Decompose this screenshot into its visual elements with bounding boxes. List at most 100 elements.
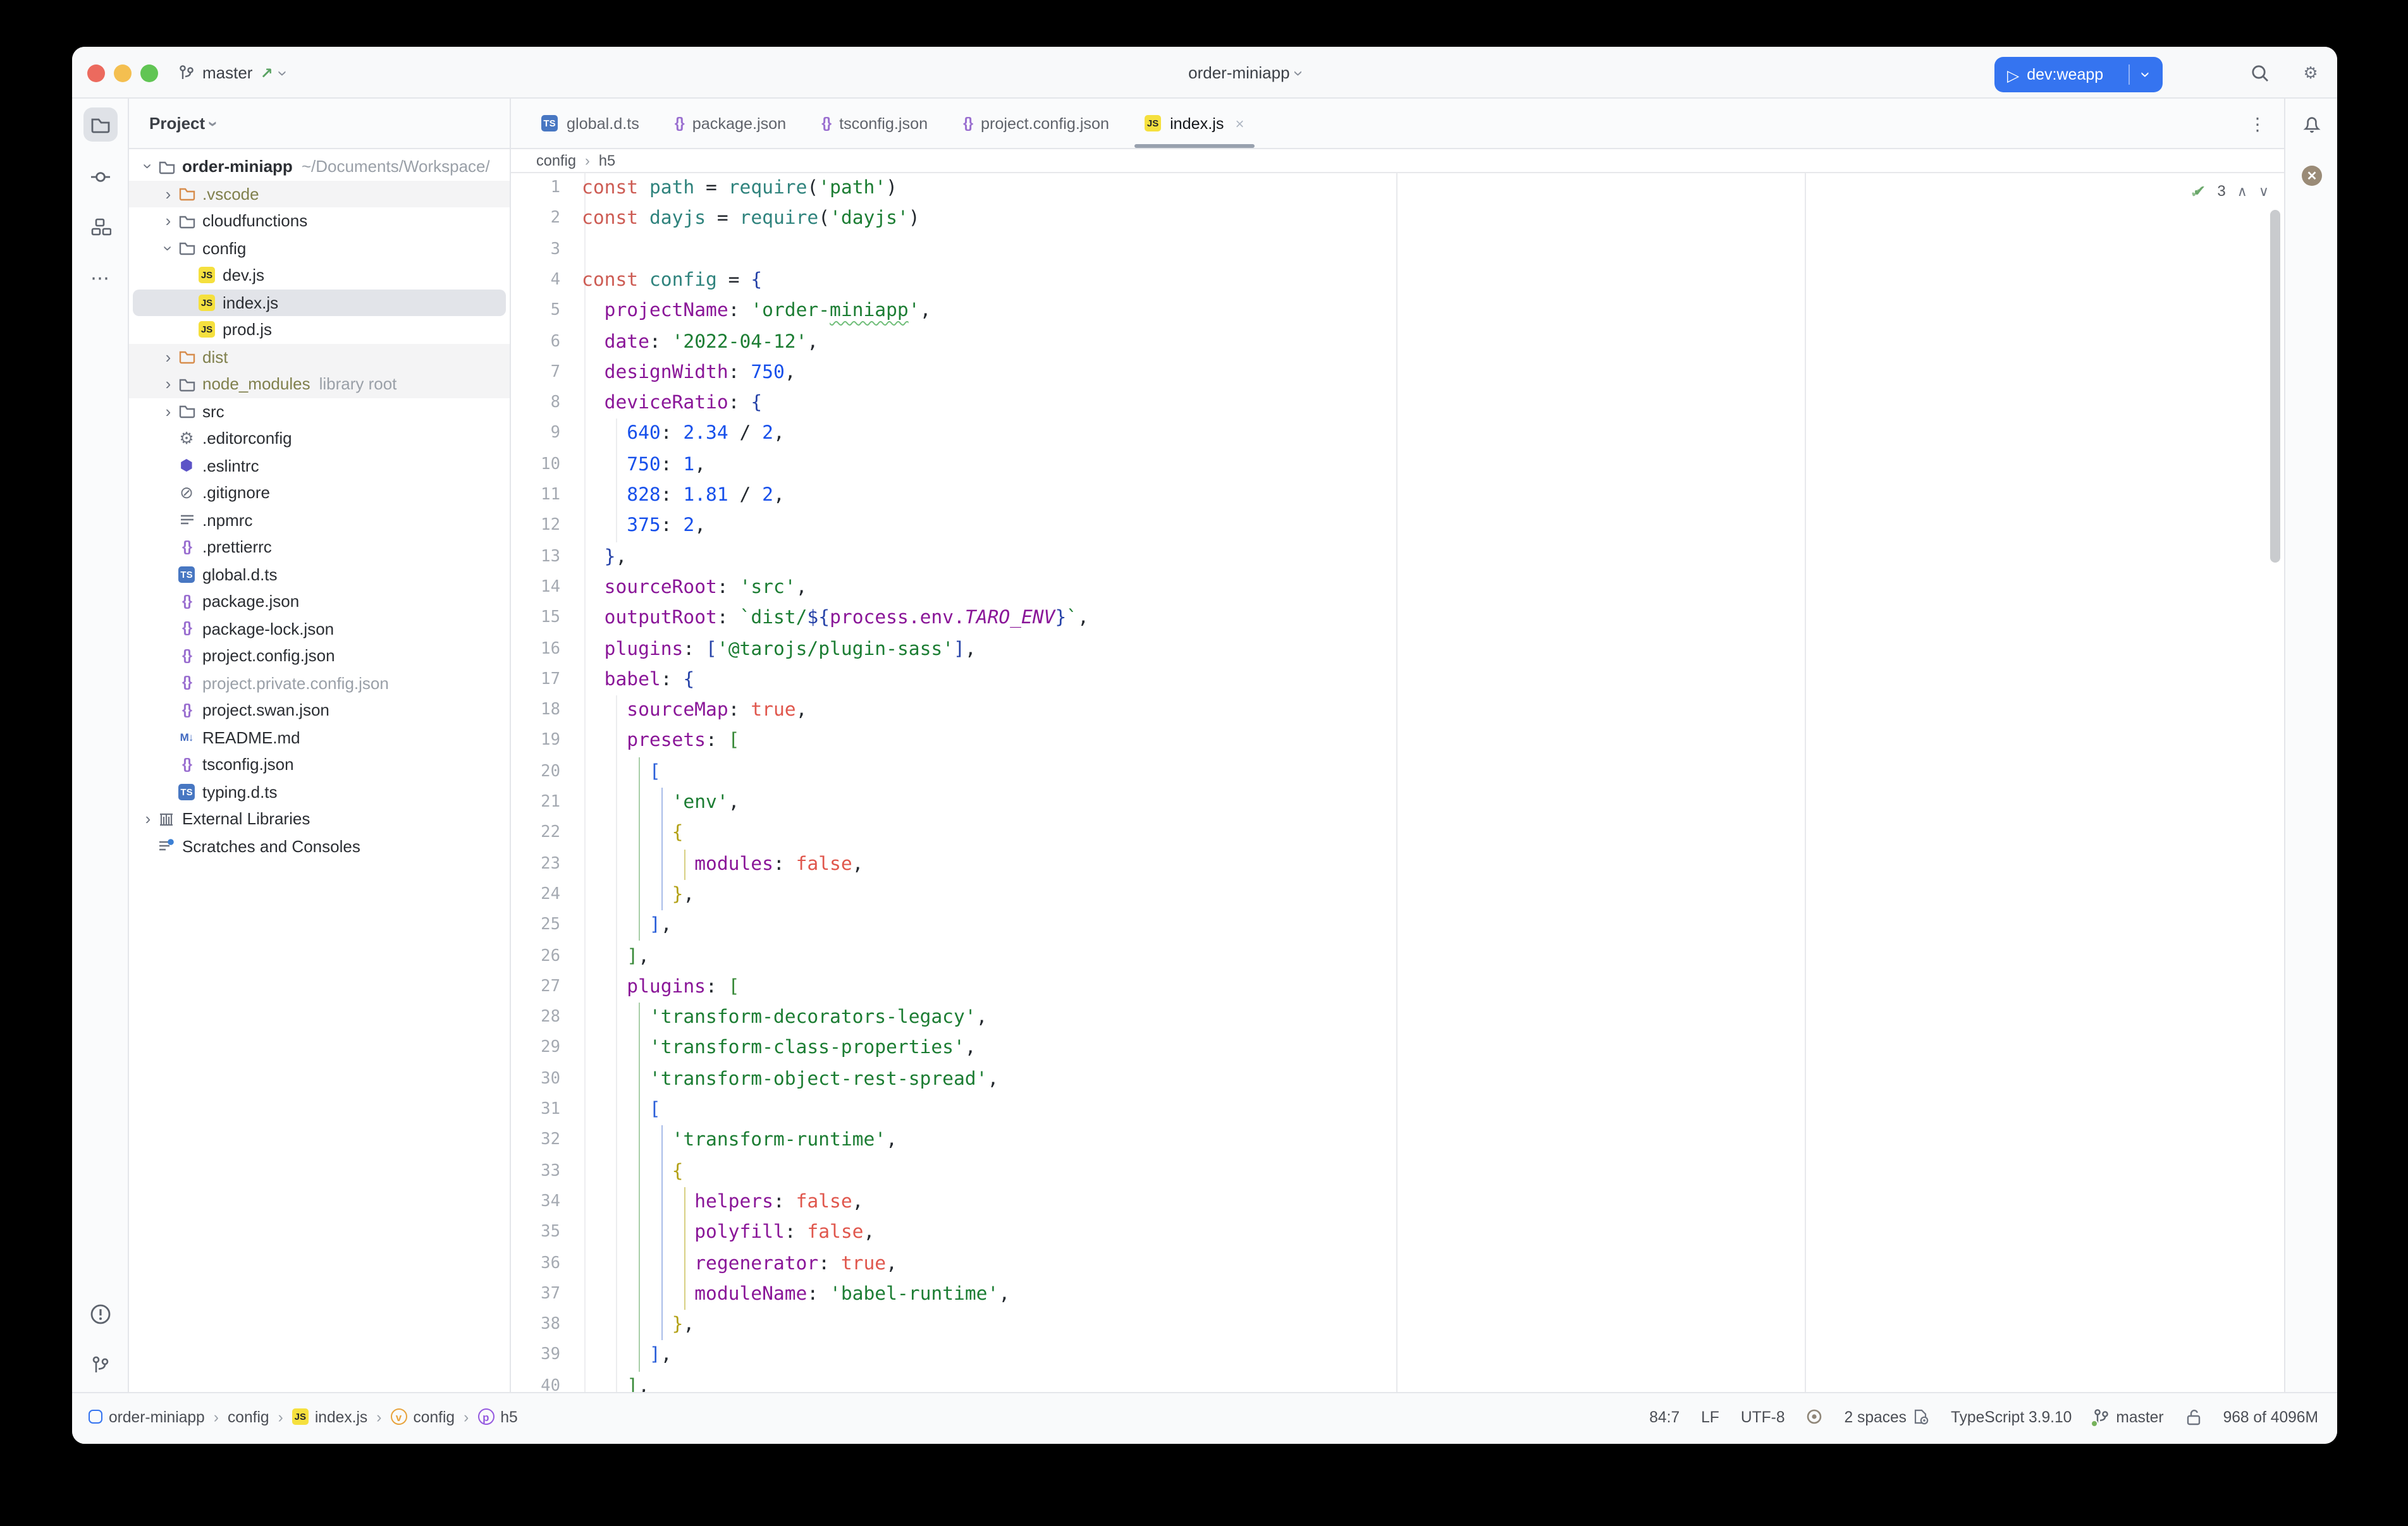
code-line-34[interactable]: 34 helpers: false,	[511, 1187, 2284, 1218]
close-tab-icon[interactable]: ×	[1235, 114, 1244, 132]
code-line-40[interactable]: 40 ],	[511, 1371, 2284, 1392]
code-line-19[interactable]: 19 presets: [	[511, 726, 2284, 757]
chevron-collapsed-icon[interactable]: ›	[166, 349, 171, 365]
chevron-collapsed-icon[interactable]: ›	[166, 403, 171, 420]
chevron-collapsed-icon[interactable]: ›	[166, 213, 171, 229]
chevron-expanded-icon[interactable]: ›	[160, 245, 176, 251]
code-line-28[interactable]: 28 'transform-decorators-legacy',	[511, 1003, 2284, 1034]
code-line-17[interactable]: 17 babel: {	[511, 665, 2284, 696]
status-typescript-version[interactable]: TypeScript 3.9.10	[1951, 1408, 2072, 1425]
tree-item-dev.js[interactable]: JSdev.js	[129, 262, 510, 289]
tab-project.config.json[interactable]: {}project.config.json	[945, 99, 1127, 148]
close-window-button[interactable]	[87, 64, 105, 82]
tree-item-External Libraries[interactable]: ›External Libraries	[129, 805, 510, 833]
code-line-21[interactable]: 21 'env',	[511, 788, 2284, 819]
code-line-38[interactable]: 38 },	[511, 1310, 2284, 1341]
code-editor[interactable]: ✔✔ 3 ∧ ∨ 1const path = require('path')2c…	[511, 173, 2284, 1392]
tree-item-src[interactable]: ›src	[129, 398, 510, 425]
code-line-12[interactable]: 12 375: 2,	[511, 511, 2284, 542]
status-highlighting-level[interactable]	[1807, 1408, 1823, 1425]
tree-item-.vscode[interactable]: ›.vscode	[129, 180, 510, 207]
code-line-29[interactable]: 29 'transform-class-properties',	[511, 1034, 2284, 1065]
status-memory-indicator[interactable]: 968 of 4096M	[2223, 1408, 2318, 1425]
run-action[interactable]: ▷ dev:weapp	[1994, 57, 2128, 92]
status-caret-position[interactable]: 84:7	[1649, 1408, 1680, 1425]
code-line-4[interactable]: 4const config = {	[511, 266, 2284, 296]
tree-item-project.config.json[interactable]: {}project.config.json	[129, 642, 510, 669]
tool-commit-button[interactable]	[83, 159, 118, 193]
status-item[interactable]: vconfig	[390, 1408, 455, 1425]
tab-options-button[interactable]: ⋮	[2249, 99, 2266, 149]
settings-button[interactable]: ⚙	[2299, 62, 2322, 85]
tree-item-tsconfig.json[interactable]: {}tsconfig.json	[129, 751, 510, 778]
code-line-2[interactable]: 2const dayjs = require('dayjs')	[511, 204, 2284, 235]
breadcrumb-item-h5[interactable]: h5	[599, 152, 615, 170]
code-line-9[interactable]: 9 640: 2.34 / 2,	[511, 419, 2284, 450]
code-line-36[interactable]: 36 regenerator: true,	[511, 1248, 2284, 1279]
code-line-18[interactable]: 18 sourceMap: true,	[511, 695, 2284, 726]
status-item[interactable]: JSindex.js	[292, 1408, 367, 1425]
tree-item-.npmrc[interactable]: .npmrc	[129, 506, 510, 534]
code-line-16[interactable]: 16 plugins: ['@tarojs/plugin-sass'],	[511, 634, 2284, 665]
project-title-widget[interactable]: order-miniapp ›	[1188, 47, 1302, 99]
code-line-3[interactable]: 3	[511, 235, 2284, 266]
code-line-11[interactable]: 11 828: 1.81 / 2,	[511, 480, 2284, 511]
code-line-32[interactable]: 32 'transform-runtime',	[511, 1126, 2284, 1157]
chevron-collapsed-icon[interactable]: ›	[166, 186, 171, 202]
code-line-14[interactable]: 14 sourceRoot: 'src',	[511, 573, 2284, 604]
tree-item-.eslintrc[interactable]: ⬢.eslintrc	[129, 452, 510, 479]
tool-problems-button[interactable]	[83, 1297, 118, 1331]
tree-item-index.js[interactable]: JSindex.js	[129, 289, 510, 316]
minimize-window-button[interactable]	[114, 64, 132, 82]
code-line-30[interactable]: 30 'transform-object-rest-spread',	[511, 1064, 2284, 1095]
chevron-collapsed-icon[interactable]: ›	[145, 811, 151, 827]
run-options-button[interactable]: ›	[2130, 57, 2163, 92]
status-item[interactable]: config	[228, 1408, 269, 1425]
tab-index.js[interactable]: JSindex.js×	[1127, 99, 1262, 148]
tab-tsconfig.json[interactable]: {}tsconfig.json	[804, 99, 945, 148]
code-line-26[interactable]: 26 ],	[511, 941, 2284, 972]
code-line-5[interactable]: 5 projectName: 'order-miniapp',	[511, 296, 2284, 327]
zoom-window-button[interactable]	[140, 64, 158, 82]
code-line-13[interactable]: 13 },	[511, 542, 2284, 573]
tree-item-order-miniapp[interactable]: ›order-miniapp~/Documents/Workspace/	[129, 153, 510, 180]
code-line-23[interactable]: 23 modules: false,	[511, 849, 2284, 880]
code-line-22[interactable]: 22 {	[511, 819, 2284, 850]
breadcrumb-item-config[interactable]: config	[536, 152, 576, 170]
code-line-8[interactable]: 8 deviceRatio: {	[511, 388, 2284, 419]
tree-item-prod.js[interactable]: JSprod.js	[129, 316, 510, 343]
status-item[interactable]: ph5	[477, 1408, 517, 1425]
tree-item-project.swan.json[interactable]: {}project.swan.json	[129, 697, 510, 724]
chevron-expanded-icon[interactable]: ›	[140, 164, 156, 169]
code-line-39[interactable]: 39 ],	[511, 1341, 2284, 1372]
code-line-15[interactable]: 15 outputRoot: `dist/${process.env.TARO_…	[511, 603, 2284, 634]
code-line-31[interactable]: 31 [	[511, 1095, 2284, 1126]
git-branch-widget[interactable]: master ↗ ›	[178, 47, 286, 99]
code-line-1[interactable]: 1const path = require('path')	[511, 173, 2284, 204]
tree-item-global.d.ts[interactable]: TSglobal.d.ts	[129, 561, 510, 588]
status-read-write-lock[interactable]	[2185, 1408, 2202, 1425]
code-line-20[interactable]: 20 [	[511, 757, 2284, 788]
status-encoding[interactable]: UTF-8	[1741, 1408, 1785, 1425]
tree-item-.gitignore[interactable]: ⊘.gitignore	[129, 479, 510, 506]
tool-structure-button[interactable]	[83, 210, 118, 244]
tree-item-typing.d.ts[interactable]: TStyping.d.ts	[129, 778, 510, 805]
code-line-37[interactable]: 37 moduleName: 'babel-runtime',	[511, 1279, 2284, 1310]
tree-item-dist[interactable]: ›dist	[129, 343, 510, 370]
status-git-branch[interactable]: master	[2093, 1408, 2163, 1425]
plugin-tool-button[interactable]: ✕	[2294, 158, 2328, 192]
code-line-6[interactable]: 6 date: '2022-04-12',	[511, 327, 2284, 358]
tree-item-.prettierrc[interactable]: {}.prettierrc	[129, 534, 510, 561]
tree-item-package.json[interactable]: {}package.json	[129, 588, 510, 615]
tool-project-button[interactable]	[83, 107, 118, 142]
tree-item-README.md[interactable]: M↓README.md	[129, 724, 510, 751]
chevron-collapsed-icon[interactable]: ›	[166, 376, 171, 393]
tree-item-.editorconfig[interactable]: ⚙.editorconfig	[129, 425, 510, 452]
tool-git-button[interactable]	[83, 1348, 118, 1382]
run-button[interactable]: ▷ dev:weapp ›	[1994, 57, 2163, 92]
status-item[interactable]: order-miniapp	[89, 1408, 205, 1425]
tree-item-package-lock.json[interactable]: {}package-lock.json	[129, 615, 510, 642]
code-line-7[interactable]: 7 designWidth: 750,	[511, 358, 2284, 389]
tool-more-button[interactable]: ⋯	[83, 260, 118, 295]
search-everywhere-button[interactable]	[2249, 62, 2271, 85]
